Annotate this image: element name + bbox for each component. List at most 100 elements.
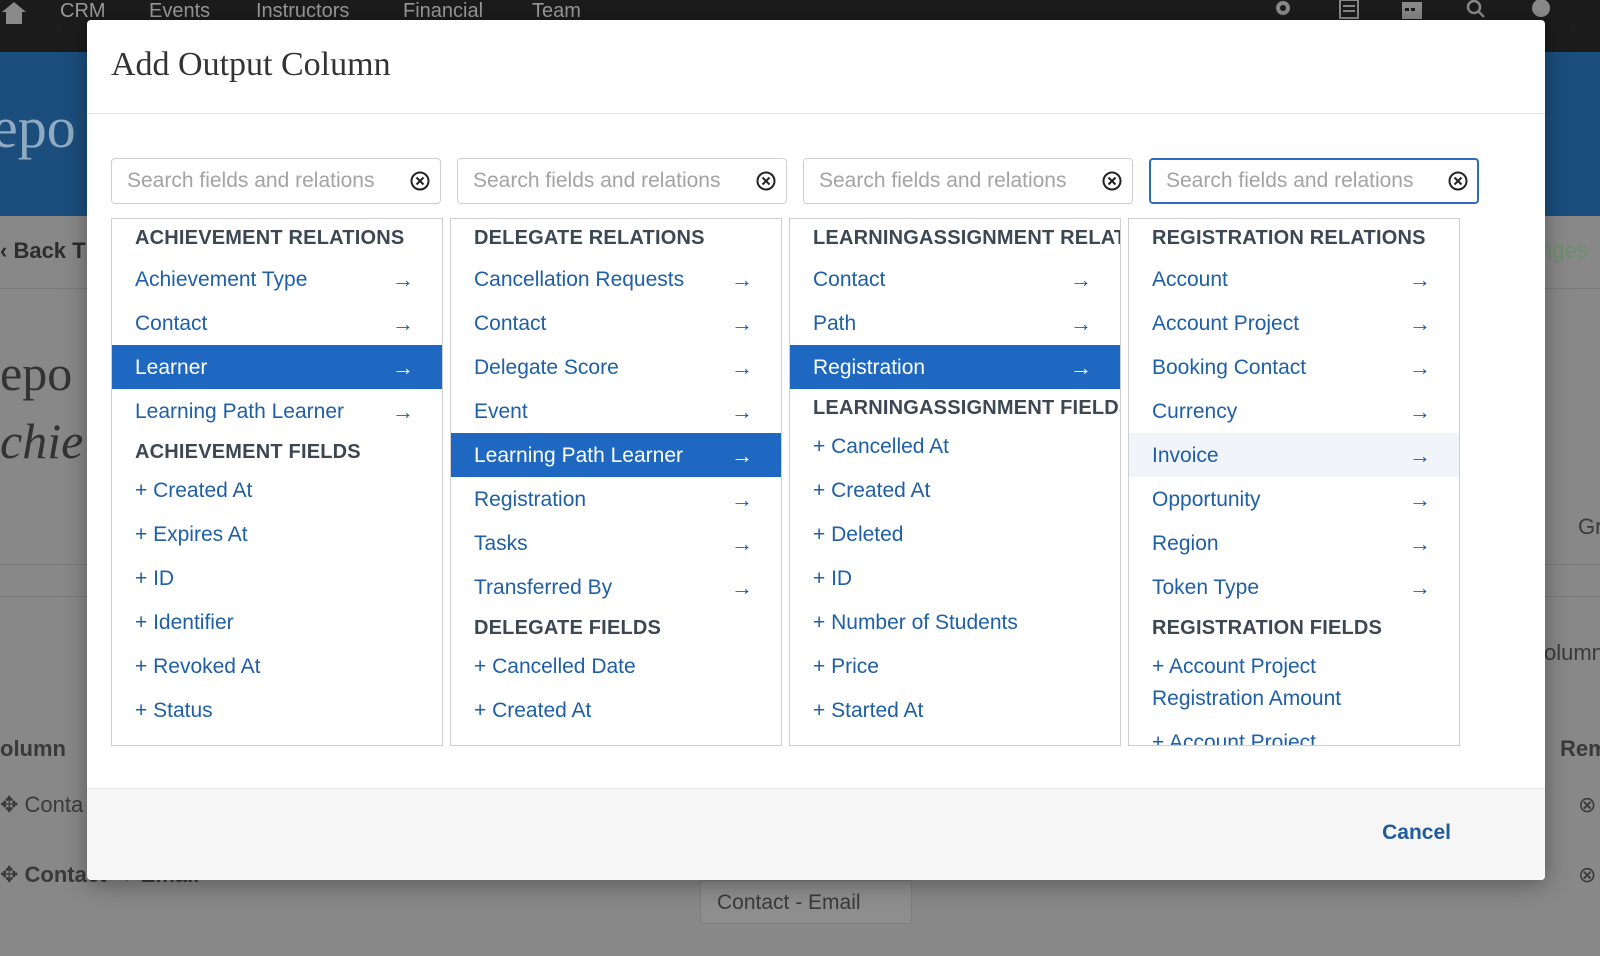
relation-item[interactable]: Path → <box>790 301 1120 345</box>
back-link[interactable]: ‹ Back T <box>0 238 86 264</box>
relation-item[interactable]: Transferred By → <box>451 565 781 609</box>
arrow-right-icon: → <box>1409 575 1431 600</box>
field-item[interactable]: + Account Project <box>1152 727 1316 745</box>
relation-item[interactable]: Currency → <box>1129 389 1459 433</box>
relation-label: Cancellation Requests <box>474 268 685 291</box>
relation-label: Tasks <box>474 532 528 555</box>
relation-item[interactable]: Cancellation Requests → <box>451 257 781 301</box>
clear-search-icon[interactable] <box>410 171 430 191</box>
arrow-right-icon: → <box>1070 267 1092 292</box>
field-item[interactable]: + Price <box>813 651 879 683</box>
arrow-right-icon: → <box>731 399 753 424</box>
search-input[interactable] <box>804 159 1094 203</box>
arrow-right-icon: → <box>731 443 753 468</box>
arrow-right-icon: → <box>1409 311 1431 336</box>
search-box-3 <box>803 158 1133 204</box>
relation-item-selected[interactable]: Registration → <box>790 345 1120 389</box>
relation-item[interactable]: Tasks → <box>451 521 781 565</box>
field-item[interactable]: + Revoked At <box>135 651 261 683</box>
relation-label: Path <box>813 312 857 335</box>
relation-item[interactable]: Account → <box>1129 257 1459 301</box>
field-item[interactable]: + Identifier <box>135 607 234 639</box>
relation-item[interactable]: Contact → <box>790 257 1120 301</box>
cancel-button[interactable]: Cancel <box>1382 821 1451 845</box>
add-column-link[interactable]: olumn <box>1544 640 1600 666</box>
relation-item[interactable]: Contact → <box>112 301 442 345</box>
search-input[interactable] <box>458 159 748 203</box>
field-item[interactable]: + ID <box>813 563 852 595</box>
field-item[interactable]: + Number of Students <box>813 607 1018 639</box>
relation-item[interactable]: Token Type → <box>1129 565 1459 609</box>
search-box-2 <box>457 158 787 204</box>
clear-search-icon[interactable] <box>1102 171 1122 191</box>
field-panel-registration: REGISTRATION RELATIONS Account → Account … <box>1128 218 1460 746</box>
relation-item[interactable]: Account Project → <box>1129 301 1459 345</box>
field-item[interactable]: + Started At <box>813 695 923 727</box>
arrow-right-icon: → <box>1070 355 1092 380</box>
field-item[interactable]: + ID <box>135 563 174 595</box>
relation-item[interactable]: Booking Contact → <box>1129 345 1459 389</box>
field-item[interactable]: + Status <box>135 695 213 727</box>
help-icon[interactable] <box>1530 0 1552 20</box>
relation-item[interactable]: Delegate Score → <box>451 345 781 389</box>
relation-label: Region <box>1152 532 1219 555</box>
relation-item[interactable]: Event → <box>451 389 781 433</box>
field-item[interactable]: + Cancelled At <box>813 431 949 463</box>
relation-item[interactable]: Learning Path Learner → <box>112 389 442 433</box>
relation-label: Contact <box>813 268 886 291</box>
relation-label: Account <box>1152 268 1228 291</box>
relation-item-selected[interactable]: Learner → <box>112 345 442 389</box>
gear-icon[interactable] <box>1272 0 1294 20</box>
fields-header: REGISTRATION FIELDS <box>1152 617 1383 639</box>
report-subtitle: chie <box>0 413 84 469</box>
relation-label: Learning Path Learner <box>135 400 344 423</box>
field-item[interactable]: + Expires At <box>135 519 248 551</box>
relation-label: Contact <box>474 312 547 335</box>
calendar-icon[interactable] <box>1401 0 1423 20</box>
back-link-label: Back T <box>13 238 86 263</box>
add-output-column-dialog: Add Output Column ACHIEVEMENT RELATIONS … <box>87 20 1545 880</box>
field-panel-delegate: DELEGATE RELATIONS Cancellation Requests… <box>450 218 782 746</box>
remove-icon[interactable]: ⊗ <box>1578 792 1596 818</box>
relations-header: LEARNINGASSIGNMENT RELATI <box>813 227 1121 249</box>
column-row[interactable]: ✥ Conta <box>0 792 83 818</box>
group-label: Gr <box>1578 514 1600 539</box>
dialog-header: Add Output Column <box>87 20 1545 114</box>
relation-item-selected[interactable]: Learning Path Learner → <box>451 433 781 477</box>
relation-item[interactable]: Contact → <box>451 301 781 345</box>
field-item-continued[interactable]: Registration Amount <box>1152 683 1341 715</box>
list-icon[interactable] <box>1338 0 1360 20</box>
search-icon[interactable] <box>1465 0 1487 20</box>
clear-search-icon[interactable] <box>756 171 776 191</box>
field-item[interactable]: + Cancelled Date <box>474 651 636 683</box>
relation-label: Invoice <box>1152 444 1219 467</box>
clear-search-icon[interactable] <box>1448 171 1468 191</box>
save-changes-button[interactable]: nges <box>1540 238 1588 264</box>
search-input[interactable] <box>112 159 402 203</box>
relation-item[interactable]: Registration → <box>451 477 781 521</box>
field-item[interactable]: + Created At <box>135 475 252 507</box>
column-name-input[interactable]: Contact - Email <box>700 880 912 924</box>
relation-label: Booking Contact <box>1152 356 1307 379</box>
field-item[interactable]: + Created At <box>474 695 591 727</box>
remove-icon[interactable]: ⊗ <box>1578 862 1596 888</box>
arrow-right-icon: → <box>392 311 414 336</box>
fields-header: LEARNINGASSIGNMENT FIELDS <box>813 397 1121 419</box>
search-input[interactable] <box>1151 160 1441 202</box>
relation-label: Delegate Score <box>474 356 619 379</box>
field-item[interactable]: + Account Project <box>1152 651 1316 683</box>
relation-item[interactable]: Opportunity → <box>1129 477 1459 521</box>
relation-label: Opportunity <box>1152 488 1261 511</box>
relation-item[interactable]: Achievement Type → <box>112 257 442 301</box>
relation-item-hovered[interactable]: Invoice → <box>1129 433 1459 477</box>
relation-item[interactable]: Region → <box>1129 521 1459 565</box>
relation-label: Learner <box>135 356 208 379</box>
field-item[interactable]: + Deleted <box>813 519 903 551</box>
home-icon[interactable] <box>0 0 28 24</box>
dialog-title: Add Output Column <box>111 46 391 83</box>
search-box-1 <box>111 158 441 204</box>
arrow-right-icon: → <box>731 531 753 556</box>
field-item[interactable]: + Created At <box>813 475 930 507</box>
relations-header: DELEGATE RELATIONS <box>474 227 705 249</box>
arrow-right-icon: → <box>731 575 753 600</box>
